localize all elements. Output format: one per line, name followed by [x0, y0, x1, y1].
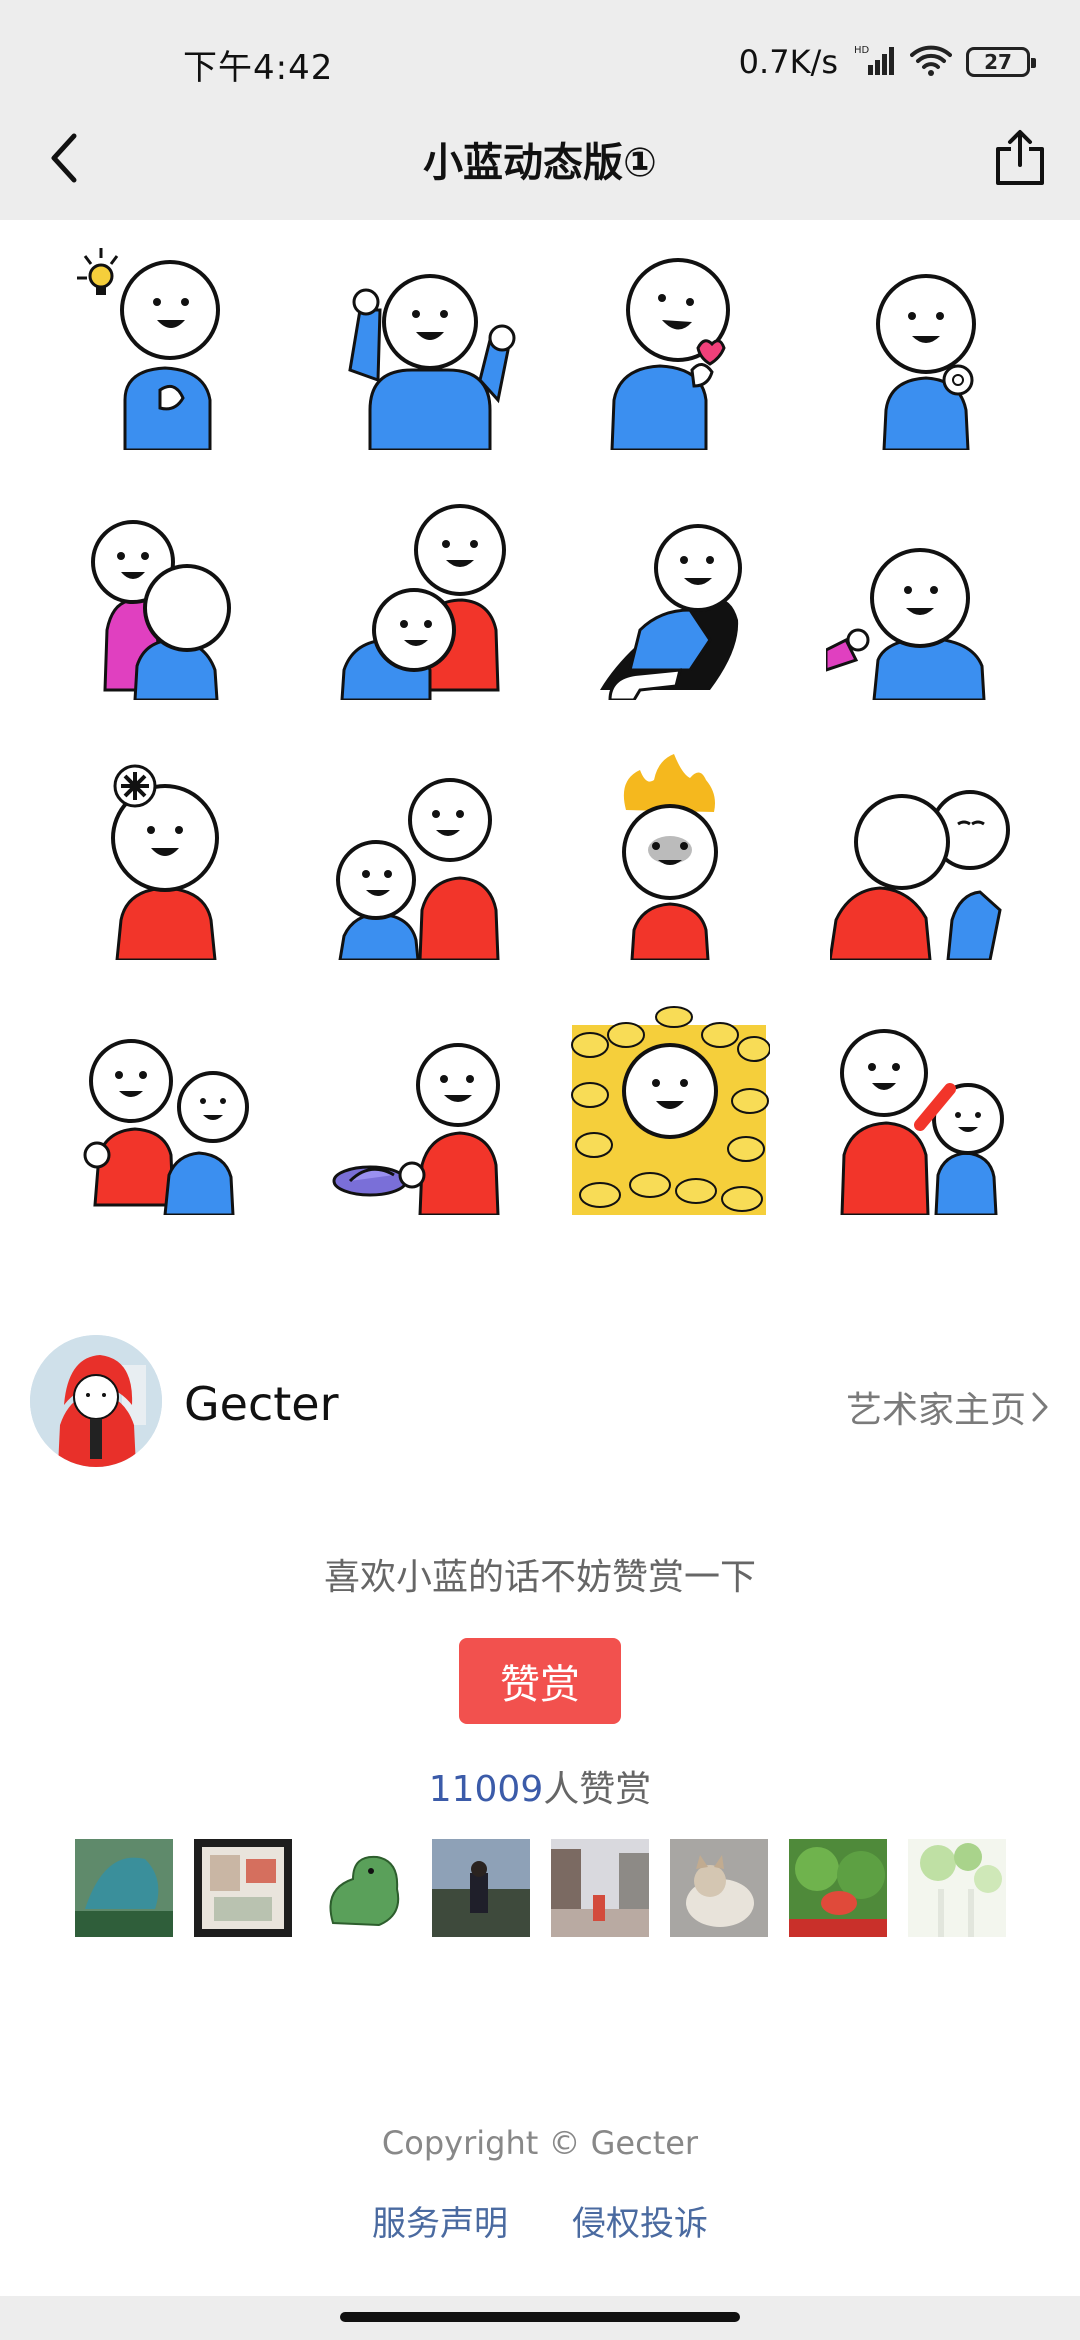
lightbulb-icon	[77, 248, 119, 295]
wifi-icon	[910, 43, 952, 81]
page-title: 小蓝动态版①	[423, 140, 657, 186]
sticker-on-fire[interactable]	[570, 750, 770, 960]
battery-icon: 27	[966, 47, 1036, 77]
slipper-icon	[332, 1165, 408, 1197]
share-icon	[996, 130, 1044, 185]
status-time: 下午4:42	[183, 48, 334, 88]
angry-mark-icon	[113, 764, 157, 808]
supporter-avatar[interactable]	[908, 1839, 1006, 1937]
infringement-report-link[interactable]: 侵权投诉	[572, 2196, 708, 2245]
artist-avatar[interactable]	[30, 1335, 162, 1467]
home-indicator[interactable]	[340, 2312, 740, 2322]
sticker-cheering[interactable]	[330, 240, 530, 450]
artist-name: Gecter	[184, 1377, 339, 1431]
reward-count-suffix: 人赞赏	[543, 1769, 652, 1810]
sticker-pat-head[interactable]	[830, 1005, 1030, 1215]
sticker-red-blue-cuddle[interactable]	[830, 750, 1030, 960]
artist-row[interactable]: Gecter 艺术家主页	[0, 1335, 1080, 1475]
supporter-avatar[interactable]	[432, 1839, 530, 1937]
sticker-ok-hand[interactable]	[830, 240, 1030, 450]
sticker-fist-bump[interactable]	[65, 1005, 265, 1215]
nav-bar: 小蓝动态版①	[0, 100, 1080, 220]
artist-homepage-link[interactable]: 艺术家主页	[846, 1381, 1050, 1433]
share-button[interactable]	[986, 124, 1054, 192]
sticker-hug-pink[interactable]	[65, 490, 265, 700]
chevron-right-icon	[1032, 1392, 1048, 1422]
network-speed: 0.7K/s	[738, 43, 838, 81]
service-statement-link[interactable]: 服务声明	[372, 2196, 508, 2245]
supporter-avatar[interactable]	[75, 1839, 173, 1937]
sticker-angry[interactable]	[65, 750, 265, 960]
reward-prompt: 喜欢小蓝的话不妨赞赏一下	[323, 1557, 756, 1598]
reward-button[interactable]: 赞赏	[459, 1638, 621, 1724]
sticker-lightbulb-idea[interactable]	[65, 240, 265, 450]
copyright: Copyright © Gecter	[381, 2124, 699, 2162]
sticker-recliner[interactable]	[570, 490, 770, 700]
reward-count-number: 11009	[428, 1769, 544, 1810]
sticker-face-pinch[interactable]	[826, 490, 1026, 700]
supporter-avatar[interactable]	[670, 1839, 768, 1937]
sticker-heart[interactable]	[570, 240, 770, 450]
supporter-avatar[interactable]	[194, 1839, 292, 1937]
status-indicators: 0.7K/s HD 27	[738, 40, 1036, 84]
supporter-avatars	[75, 1839, 1006, 1937]
gesture-area	[0, 2296, 1080, 2340]
supporter-avatar[interactable]	[313, 1839, 411, 1937]
signal-icon: HD	[852, 43, 896, 81]
supporter-avatar[interactable]	[551, 1839, 649, 1937]
sticker-lemon-pile[interactable]	[570, 1005, 770, 1215]
artist-homepage-label: 艺术家主页	[845, 1390, 1026, 1431]
supporter-avatar[interactable]	[789, 1839, 887, 1937]
svg-text:HD: HD	[854, 45, 870, 56]
sticker-red-blue-hug[interactable]	[330, 490, 530, 700]
sticker-whisper[interactable]	[330, 750, 530, 960]
reward-count: 11009人赞赏	[0, 1760, 1080, 1812]
footer-links: 服务声明 侵权投诉	[0, 2196, 1080, 2245]
sticker-slipper[interactable]	[330, 1005, 530, 1215]
